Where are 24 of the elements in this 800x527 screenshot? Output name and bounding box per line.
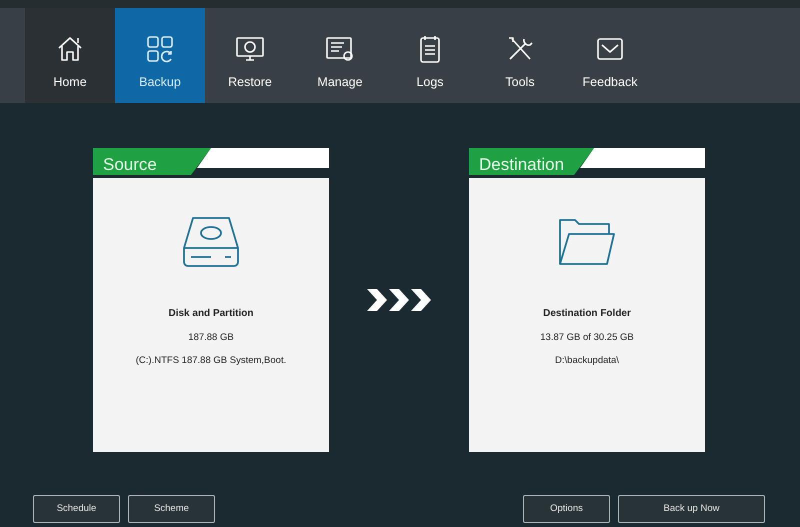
item-detail: (C:).NTFS 187.88 GB System,Boot.: [136, 354, 286, 368]
nav-tab[interactable]: Manage: [295, 8, 385, 103]
panel[interactable]: Source Disk and Partition 187.88 GB (C:).NTFS 187.88 GB System,Boot.: [93, 148, 329, 452]
drive-icon: [181, 214, 241, 268]
nav-tab[interactable]: Backup: [115, 8, 205, 103]
item-detail: 187.88 GB: [188, 331, 234, 345]
item-name: Disk and Partition: [168, 307, 254, 321]
nav-tab[interactable]: Restore: [205, 8, 295, 103]
arrows-icon: [367, 288, 431, 311]
item-name: Destination Folder: [543, 307, 631, 321]
nav-tab[interactable]: Tools: [475, 8, 565, 103]
action-button[interactable]: Scheme: [128, 495, 215, 523]
panel-title: Source: [93, 148, 211, 175]
nav-tab[interactable]: Home: [25, 8, 115, 103]
action-button[interactable]: Back up Now: [618, 495, 765, 523]
nav-tab[interactable]: Logs: [385, 8, 475, 103]
item-detail: 13.87 GB of 30.25 GB: [540, 331, 634, 345]
nav-tab[interactable]: Feedback: [565, 8, 655, 103]
panel-title: Destination: [469, 148, 594, 175]
action-button[interactable]: Schedule: [33, 495, 120, 523]
panel[interactable]: Destination Destination Folder 13.87 GB of 30.25 GB D:\backupdata\: [469, 148, 705, 452]
action-button[interactable]: Options: [523, 495, 610, 523]
item-detail: D:\backupdata\: [555, 354, 619, 368]
grid-icon: [144, 33, 176, 66]
